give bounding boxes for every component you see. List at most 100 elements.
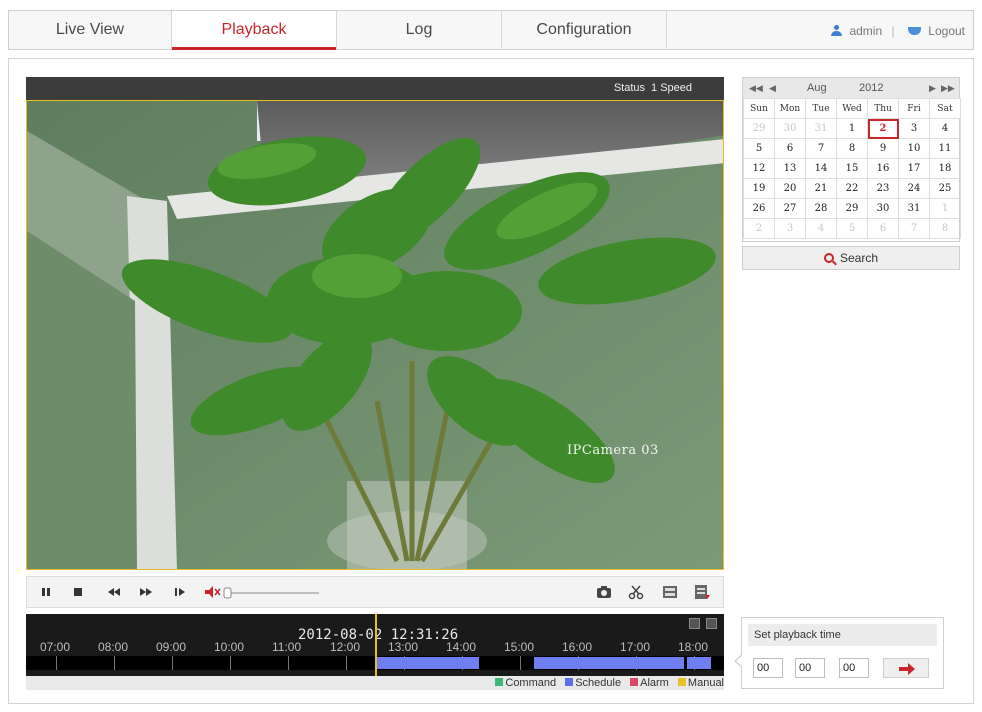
calendar-day[interactable]: 9 — [867, 138, 899, 159]
timeline-hour-label: 11:00 — [272, 640, 302, 654]
schedule-record-segment[interactable] — [376, 657, 479, 669]
logout-link[interactable]: Logout — [928, 24, 965, 38]
timeline-hour-label: 18:00 — [678, 640, 709, 654]
timeline-zoom-out-button[interactable] — [689, 618, 700, 629]
calendar-day[interactable]: 14 — [805, 158, 837, 179]
calendar-day[interactable]: 2 — [743, 218, 775, 239]
calendar-day[interactable]: 22 — [836, 178, 868, 199]
calendar-day[interactable]: 3 — [774, 218, 806, 239]
record-list-button[interactable] — [691, 582, 713, 602]
stop-button[interactable] — [67, 582, 89, 602]
calendar-day[interactable]: 4 — [929, 118, 961, 139]
scissors-icon — [628, 585, 644, 600]
calendar-day[interactable]: 12 — [743, 158, 775, 179]
prev-year-icon[interactable]: ◀◀ — [749, 78, 763, 98]
calendar-day[interactable]: 4 — [805, 218, 837, 239]
weekday-header: Tue — [805, 98, 837, 119]
calendar-day[interactable]: 5 — [743, 138, 775, 159]
logout-icon[interactable] — [907, 26, 921, 35]
calendar-day[interactable]: 16 — [867, 158, 899, 179]
calendar-day[interactable]: 7 — [898, 218, 930, 239]
timeline-hour-label: 10:00 — [214, 640, 245, 654]
divider: | — [891, 23, 895, 38]
legend-manual: Manual — [677, 677, 724, 689]
calendar-year: 2012 — [859, 82, 884, 94]
next-month-icon[interactable]: ▶ — [929, 78, 936, 98]
weekday-header: Mon — [774, 98, 806, 119]
schedule-record-segment[interactable] — [534, 657, 684, 669]
weekday-header: Sun — [743, 98, 775, 119]
calendar-day[interactable]: 8 — [836, 138, 868, 159]
timeline-hour-label: 09:00 — [156, 640, 187, 654]
tab-configuration[interactable]: Configuration — [502, 11, 667, 49]
timeline-tick — [114, 656, 115, 670]
speaker-muted-icon — [205, 586, 221, 598]
search-button[interactable]: Search — [742, 246, 960, 270]
hour-input[interactable]: 00 — [753, 658, 783, 678]
calendar-day[interactable]: 13 — [774, 158, 806, 179]
calendar-day[interactable]: 31 — [805, 118, 837, 139]
tab-live-view[interactable]: Live View — [9, 11, 172, 49]
calendar-day[interactable]: 30 — [867, 198, 899, 219]
calendar-day[interactable]: 17 — [898, 158, 930, 179]
calendar-month: Aug — [807, 82, 827, 94]
calendar-day[interactable]: 7 — [805, 138, 837, 159]
capture-button[interactable] — [593, 582, 615, 602]
next-year-icon[interactable]: ▶▶ — [941, 78, 955, 98]
speed-up-button[interactable] — [135, 582, 157, 602]
pause-button[interactable] — [35, 582, 57, 602]
tab-log[interactable]: Log — [337, 11, 502, 49]
calendar-day[interactable]: 1 — [929, 198, 961, 219]
download-button[interactable] — [659, 582, 681, 602]
calendar-day[interactable]: 31 — [898, 198, 930, 219]
legend-schedule-swatch — [565, 678, 574, 687]
calendar-day[interactable]: 20 — [774, 178, 806, 199]
download-icon — [663, 586, 677, 598]
single-frame-button[interactable] — [169, 582, 191, 602]
calendar-day[interactable]: 25 — [929, 178, 961, 199]
weekday-header: Sat — [929, 98, 961, 119]
timeline[interactable]: 07:00 08:00 09:00 10:00 11:00 12:00 13:00 14:00… — [26, 614, 724, 676]
schedule-record-segment[interactable] — [687, 657, 711, 669]
calendar-day[interactable]: 3 — [898, 118, 930, 139]
timeline-hour-label: 15:00 — [504, 640, 535, 654]
timeline-hour-label: 08:00 — [98, 640, 129, 654]
calendar-day[interactable]: 26 — [743, 198, 775, 219]
tab-playback[interactable]: Playback — [172, 11, 337, 50]
calendar-day[interactable]: 29 — [836, 198, 868, 219]
user-icon — [831, 25, 843, 37]
calendar-day[interactable]: 6 — [774, 138, 806, 159]
calendar-day[interactable]: 11 — [929, 138, 961, 159]
calendar-day[interactable]: 21 — [805, 178, 837, 199]
prev-month-icon[interactable]: ◀ — [769, 78, 776, 98]
clip-button[interactable] — [625, 582, 647, 602]
mute-button[interactable] — [201, 582, 223, 602]
timeline-cursor[interactable] — [375, 614, 377, 676]
status-speed: 1 Speed — [651, 82, 692, 94]
calendar-day[interactable]: 8 — [929, 218, 961, 239]
calendar-day[interactable]: 18 — [929, 158, 961, 179]
volume-slider[interactable] — [223, 586, 323, 599]
second-input[interactable]: 00 — [839, 658, 869, 678]
calendar-day-selected[interactable]: 2 — [867, 118, 899, 139]
calendar-day[interactable]: 1 — [836, 118, 868, 139]
calendar-day[interactable]: 15 — [836, 158, 868, 179]
slow-down-button[interactable] — [103, 582, 125, 602]
volume-slider-knob[interactable] — [223, 587, 232, 599]
calendar-day[interactable]: 5 — [836, 218, 868, 239]
timeline-zoom-in-button[interactable] — [706, 618, 717, 629]
video-viewport[interactable]: IPCamera 03 — [26, 100, 724, 570]
calendar-day[interactable]: 19 — [743, 178, 775, 199]
go-to-time-button[interactable] — [883, 658, 929, 678]
calendar-day[interactable]: 6 — [867, 218, 899, 239]
calendar-day[interactable]: 29 — [743, 118, 775, 139]
calendar-day[interactable]: 24 — [898, 178, 930, 199]
minute-input[interactable]: 00 — [795, 658, 825, 678]
calendar-day[interactable]: 10 — [898, 138, 930, 159]
calendar-day[interactable]: 28 — [805, 198, 837, 219]
calendar-day[interactable]: 30 — [774, 118, 806, 139]
calendar-day[interactable]: 23 — [867, 178, 899, 199]
calendar-day[interactable]: 27 — [774, 198, 806, 219]
camera-icon — [597, 586, 611, 598]
username: admin — [849, 23, 883, 38]
